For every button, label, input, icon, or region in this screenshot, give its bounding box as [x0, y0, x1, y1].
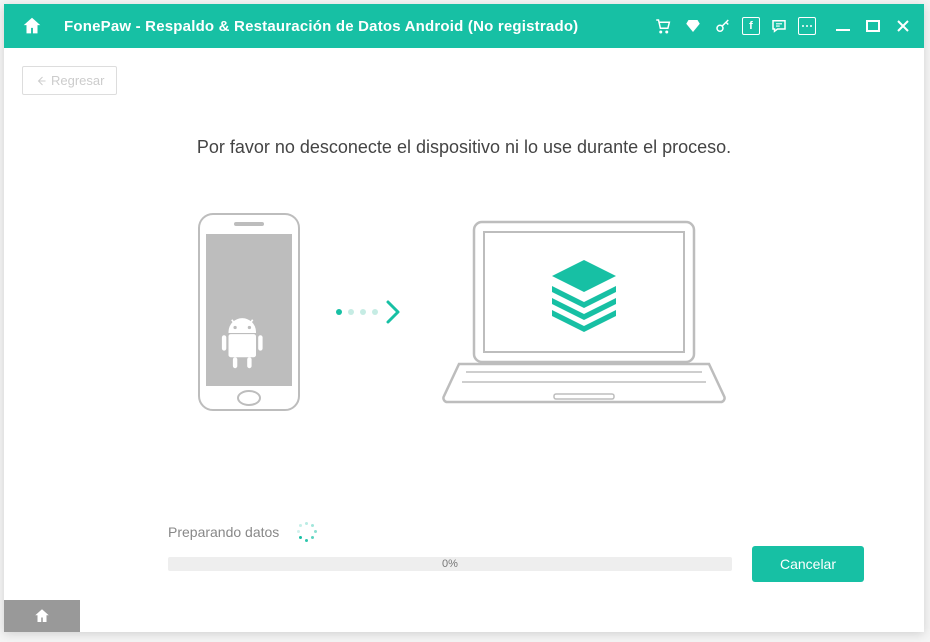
chevron-right-icon [384, 299, 402, 325]
key-icon[interactable] [712, 15, 734, 37]
home-button[interactable] [14, 8, 50, 44]
laptop-illustration [434, 212, 734, 412]
titlebar-actions: f [652, 15, 914, 37]
transfer-dot [348, 309, 354, 315]
cancel-button[interactable]: Cancelar [752, 546, 864, 582]
progress-row: 0% Cancelar [168, 546, 864, 582]
spinner-icon [297, 522, 317, 542]
content-area: Regresar Por favor no desconecte el disp… [4, 48, 924, 632]
cart-icon[interactable] [652, 15, 674, 37]
phone-illustration [194, 212, 304, 412]
titlebar: FonePaw - Respaldo & Restauración de Dat… [4, 4, 924, 48]
transfer-dot [336, 309, 342, 315]
home-icon [33, 607, 51, 625]
diamond-icon[interactable] [682, 15, 704, 37]
transfer-dot [372, 309, 378, 315]
more-icon[interactable] [798, 17, 816, 35]
back-button: Regresar [22, 66, 117, 95]
arrow-left-icon [35, 75, 47, 87]
progress-percent: 0% [442, 558, 458, 570]
window-title: FonePaw - Respaldo & Restauración de Dat… [64, 18, 578, 35]
close-button[interactable] [892, 15, 914, 37]
app-window: FonePaw - Respaldo & Restauración de Dat… [4, 4, 924, 632]
transfer-dot [360, 309, 366, 315]
feedback-icon[interactable] [768, 15, 790, 37]
minimize-button[interactable] [832, 15, 854, 37]
home-icon [21, 15, 43, 37]
footer-home-button[interactable] [4, 600, 80, 632]
facebook-icon[interactable]: f [742, 17, 760, 35]
back-label: Regresar [51, 73, 104, 88]
transfer-indicator [336, 299, 402, 325]
status-row: Preparando datos [168, 522, 317, 542]
instruction-text: Por favor no desconecte el dispositivo n… [22, 137, 906, 158]
status-label: Preparando datos [168, 524, 279, 540]
progress-bar: 0% [168, 557, 732, 571]
maximize-button[interactable] [862, 15, 884, 37]
illustration [22, 212, 906, 412]
